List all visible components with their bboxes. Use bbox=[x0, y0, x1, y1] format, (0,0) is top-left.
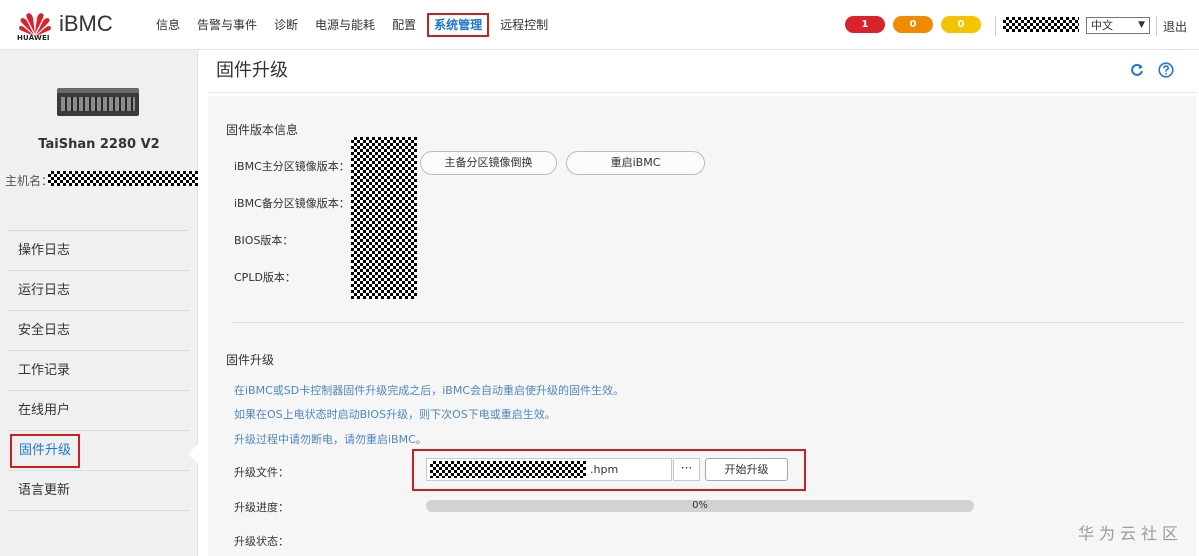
server-top bbox=[57, 88, 139, 93]
file-path-redacted bbox=[430, 461, 586, 478]
upgrade-progress-bar: 0% bbox=[426, 500, 974, 512]
logo-text: HUAWEI bbox=[17, 34, 50, 42]
sidebar-item-online-users[interactable]: 在线用户 bbox=[8, 391, 190, 431]
minor-alarm-badge[interactable]: 0 bbox=[941, 16, 981, 33]
bios-version-label: BIOS版本： bbox=[234, 234, 294, 247]
major-alarm-badge[interactable]: 0 bbox=[893, 16, 933, 33]
upgrade-status-label: 升级状态： bbox=[234, 535, 289, 548]
main-nav: 信息 告警与事件 诊断 电源与能耗 配置 系统管理 远程控制 bbox=[150, 0, 559, 50]
hostname-redacted bbox=[48, 171, 198, 186]
page-title: 固件升级 bbox=[216, 60, 288, 81]
file-extension: .hpm bbox=[590, 463, 619, 476]
brand-name: iBMC bbox=[59, 11, 113, 36]
sidebar-item-firmware-upgrade[interactable]: 固件升级 bbox=[8, 431, 190, 471]
version-values-redacted bbox=[351, 137, 417, 299]
nav-configuration[interactable]: 配置 bbox=[386, 13, 422, 37]
switch-partition-button[interactable]: 主备分区镜像倒换 bbox=[420, 151, 557, 175]
sidebar-item-run-log[interactable]: 运行日志 bbox=[8, 271, 190, 311]
help-icon[interactable] bbox=[1158, 62, 1174, 78]
sidebar-item-operation-log[interactable]: 操作日志 bbox=[8, 231, 190, 271]
top-bar: HUAWEI iBMC 信息 告警与事件 诊断 电源与能耗 配置 系统管理 远程… bbox=[0, 0, 1199, 50]
server-drive-bays bbox=[61, 97, 135, 111]
hostname-label: 主机名： bbox=[5, 174, 54, 188]
upgrade-progress-label: 升级进度： bbox=[234, 501, 289, 514]
nav-power-energy[interactable]: 电源与能耗 bbox=[309, 13, 381, 37]
language-select[interactable]: 中文 ▼ bbox=[1086, 17, 1150, 34]
language-value: 中文 bbox=[1091, 19, 1113, 32]
server-model: TaiShan 2280 V2 bbox=[38, 137, 160, 152]
nav-diagnosis[interactable]: 诊断 bbox=[268, 13, 304, 37]
nav-alarms-events[interactable]: 告警与事件 bbox=[191, 13, 263, 37]
nav-system-management[interactable]: 系统管理 bbox=[427, 13, 490, 37]
sidebar-menu: 操作日志 运行日志 安全日志 工作记录 在线用户 固件升级 语言更新 bbox=[0, 231, 198, 511]
logout-link[interactable]: 退出 bbox=[1163, 18, 1187, 35]
server-image bbox=[57, 88, 139, 116]
upgrade-file-label: 升级文件： bbox=[234, 466, 289, 479]
sidebar-item-security-log[interactable]: 安全日志 bbox=[8, 311, 190, 351]
upgrade-note-2: 如果在OS上电状态时启动BIOS升级，则下次OS下电或重启生效。 bbox=[234, 408, 556, 421]
alarm-badges: 1 0 0 bbox=[845, 16, 981, 33]
nav-remote-control[interactable]: 远程控制 bbox=[494, 13, 554, 37]
sidebar-item-work-record[interactable]: 工作记录 bbox=[8, 351, 190, 391]
progress-text: 0% bbox=[692, 500, 708, 511]
upgrade-note-3: 升级过程中请勿断电，请勿重启iBMC。 bbox=[234, 433, 427, 446]
watermark: 华为云社区 bbox=[1078, 524, 1184, 543]
top-divider bbox=[995, 16, 996, 36]
active-pointer bbox=[188, 444, 198, 464]
backup-image-label: iBMC备分区镜像版本： bbox=[234, 197, 350, 210]
primary-image-label: iBMC主分区镜像版本： bbox=[234, 160, 350, 173]
chevron-down-icon: ▼ bbox=[1138, 20, 1145, 30]
sidebar-item-language-update[interactable]: 语言更新 bbox=[8, 471, 190, 511]
upgrade-section-title: 固件升级 bbox=[226, 353, 275, 367]
cpld-version-label: CPLD版本： bbox=[234, 271, 296, 284]
username-redacted[interactable] bbox=[1003, 17, 1079, 32]
sidebar: TaiShan 2280 V2 主机名： 操作日志 运行日志 安全日志 工作记录… bbox=[0, 50, 198, 556]
title-divider bbox=[208, 92, 1196, 93]
start-upgrade-button[interactable]: 开始升级 bbox=[705, 458, 788, 481]
top-divider-2 bbox=[1156, 16, 1157, 36]
section-divider bbox=[232, 322, 1184, 323]
critical-alarm-badge[interactable]: 1 bbox=[845, 16, 885, 33]
version-section-title: 固件版本信息 bbox=[226, 123, 299, 137]
upgrade-note-1: 在iBMC或SD卡控制器固件升级完成之后，iBMC会自动重启使升级的固件生效。 bbox=[234, 384, 624, 397]
refresh-icon[interactable] bbox=[1130, 63, 1144, 77]
nav-info[interactable]: 信息 bbox=[150, 13, 186, 37]
restart-ibmc-button[interactable]: 重启iBMC bbox=[566, 151, 705, 175]
browse-file-button[interactable]: ··· bbox=[673, 458, 700, 481]
